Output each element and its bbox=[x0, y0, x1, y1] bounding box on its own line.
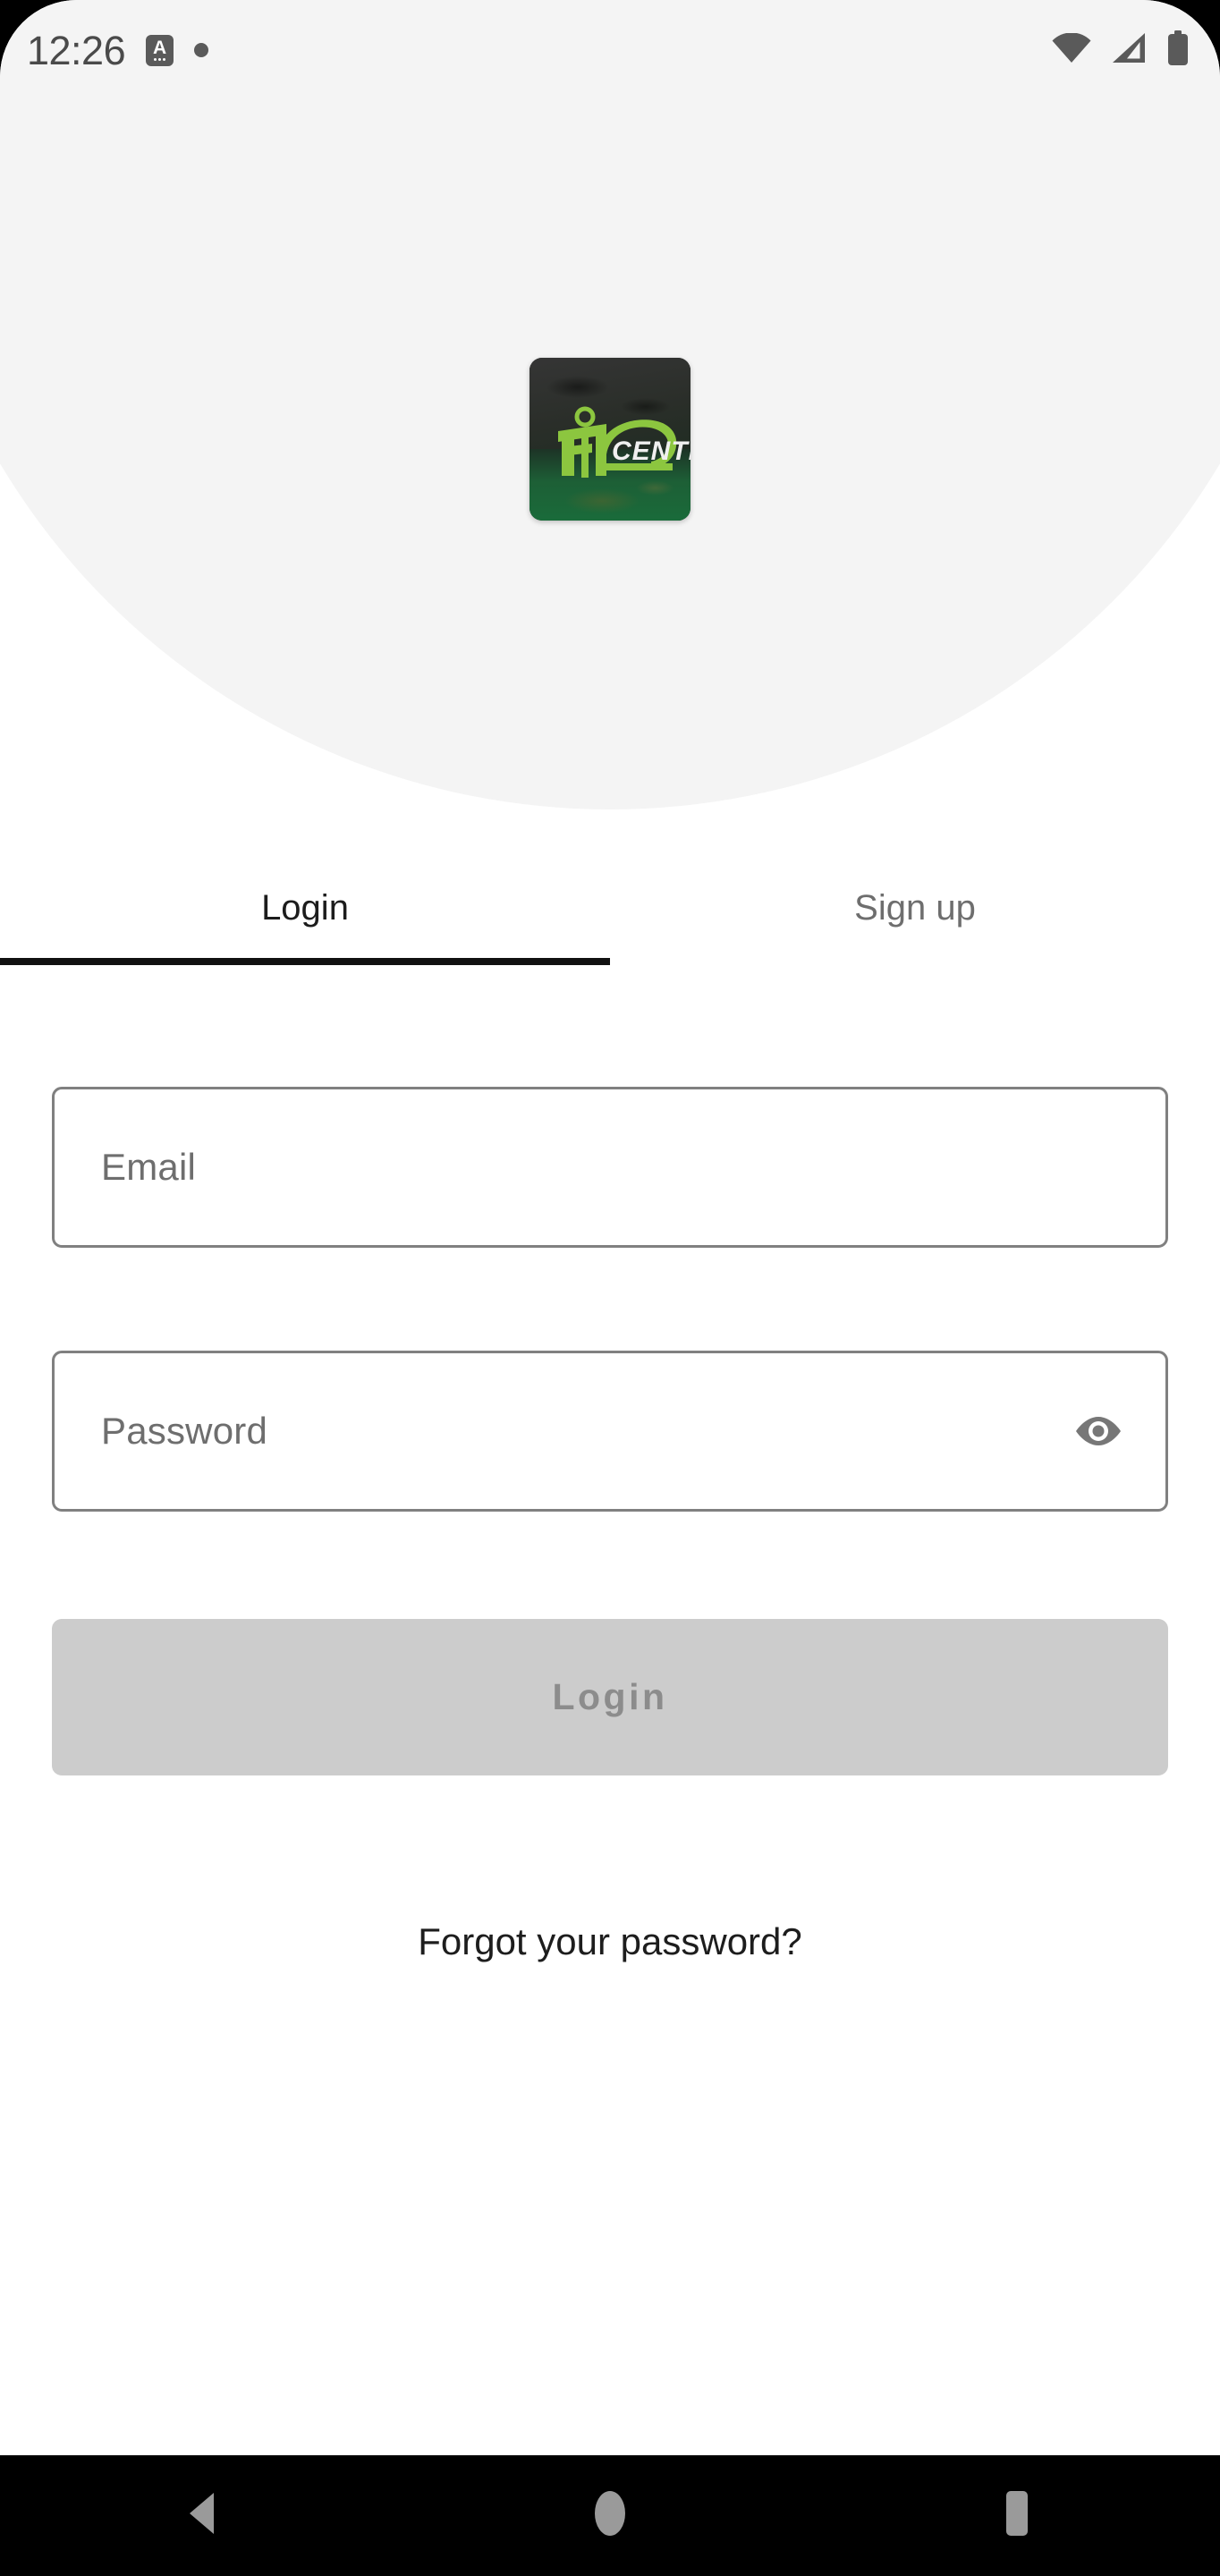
home-circle-icon bbox=[590, 2488, 630, 2543]
cellular-signal-icon bbox=[1111, 32, 1147, 69]
nav-back-button[interactable] bbox=[0, 2491, 407, 2540]
font-size-a-icon: A bbox=[146, 34, 174, 66]
status-bar-clock: 12:26 bbox=[27, 27, 126, 73]
email-field[interactable]: Email bbox=[52, 1087, 1168, 1248]
recents-square-icon bbox=[996, 2488, 1038, 2543]
fit-center-logo: CENTER bbox=[530, 358, 690, 521]
login-submit-button[interactable]: Login bbox=[52, 1619, 1168, 1775]
tab-login[interactable]: Login bbox=[0, 881, 610, 966]
tab-signup-label: Sign up bbox=[854, 888, 976, 928]
email-field-placeholder: Email bbox=[101, 1146, 197, 1188]
eye-icon[interactable] bbox=[1072, 1411, 1124, 1451]
forgot-password-label: Forgot your password? bbox=[418, 1920, 802, 1962]
auth-tab-bar: Login Sign up bbox=[0, 881, 1220, 966]
logo-artwork: CENTER bbox=[558, 406, 690, 478]
logo-center-text: CENTER bbox=[612, 436, 690, 466]
android-navigation-bar bbox=[0, 2455, 1220, 2576]
nav-recents-button[interactable] bbox=[813, 2488, 1220, 2543]
app-surface: 12:26 A CENT Login Sign up Email Passwor… bbox=[0, 0, 1220, 2455]
tab-active-indicator bbox=[0, 958, 610, 965]
notification-dot-icon bbox=[194, 43, 209, 57]
brand-logo-container: CENTER bbox=[0, 358, 1220, 521]
password-field-placeholder: Password bbox=[101, 1410, 268, 1452]
battery-full-icon bbox=[1166, 30, 1190, 71]
phone-screen: 12:26 A CENT Login Sign up Email Passwor… bbox=[0, 0, 1220, 2576]
status-bar-right bbox=[1052, 30, 1190, 71]
font-size-a-icon-dots bbox=[154, 57, 166, 61]
tab-login-label: Login bbox=[261, 888, 349, 928]
back-triangle-icon bbox=[184, 2491, 222, 2540]
font-size-a-icon-letter: A bbox=[153, 37, 167, 58]
nav-home-button[interactable] bbox=[407, 2488, 814, 2543]
tab-signup[interactable]: Sign up bbox=[610, 881, 1220, 966]
status-bar-left: 12:26 A bbox=[27, 27, 209, 73]
wifi-icon bbox=[1052, 31, 1091, 68]
login-submit-button-label: Login bbox=[552, 1676, 668, 1717]
forgot-password-link[interactable]: Forgot your password? bbox=[0, 1923, 1220, 1961]
login-form: Email Password Login Forgot your passwor… bbox=[0, 1087, 1220, 1961]
password-field[interactable]: Password bbox=[52, 1351, 1168, 1512]
status-bar: 12:26 A bbox=[0, 0, 1220, 100]
